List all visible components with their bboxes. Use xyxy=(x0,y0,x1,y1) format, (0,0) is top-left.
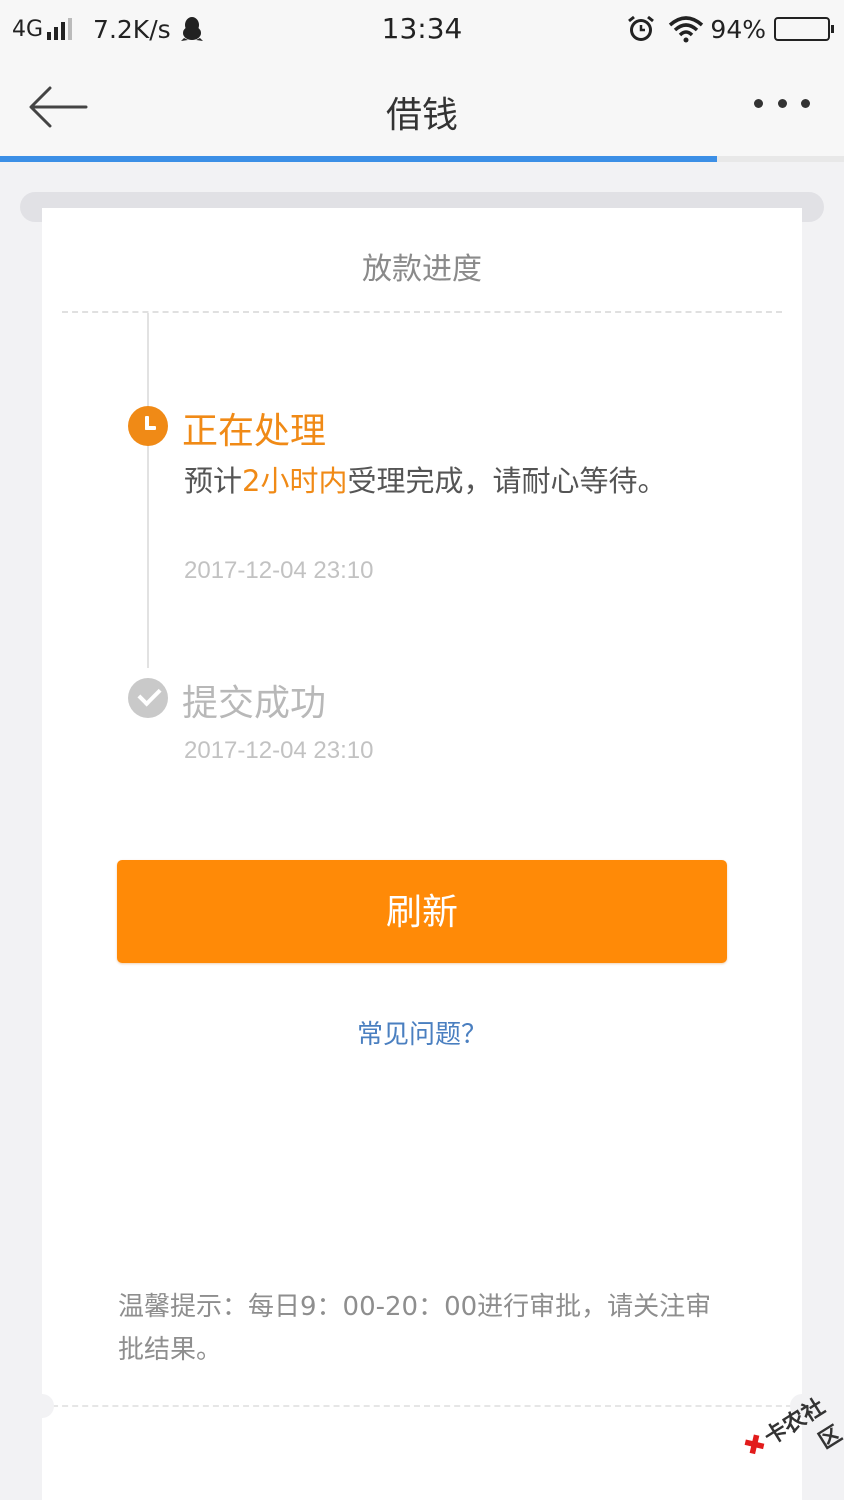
refresh-button[interactable]: 刷新 xyxy=(117,860,727,963)
status-bar: 4G 7.2K/s 13:34 94% xyxy=(0,0,844,58)
desc-highlight: 2小时内 xyxy=(242,464,348,498)
nav-bar: 借钱 xyxy=(0,58,844,156)
page-load-progress xyxy=(0,156,844,162)
step-processing-title: 正在处理 xyxy=(182,411,327,452)
step-submitted-title: 提交成功 xyxy=(182,683,327,724)
divider-bottom xyxy=(42,1405,802,1407)
loan-progress-card: 放款进度 正在处理 预计2小时内受理完成，请耐心等待。 2017-12-04 2… xyxy=(30,208,814,1500)
step-processing-time: 2017-12-04 23:10 xyxy=(184,557,374,584)
desc-prefix: 预计 xyxy=(184,464,243,498)
faq-link[interactable]: 常见问题？ xyxy=(42,1014,802,1051)
more-icon[interactable] xyxy=(754,96,810,110)
step-submitted-time: 2017-12-04 23:10 xyxy=(184,737,374,764)
divider xyxy=(62,311,782,313)
page-load-progress-fill xyxy=(0,156,718,162)
clock-icon xyxy=(128,406,168,446)
timeline-line xyxy=(147,313,149,668)
tip-text: 温馨提示：每日9：00-20：00进行审批，请关注审批结果。 xyxy=(118,1292,712,1365)
step-processing-desc: 预计2小时内受理完成，请耐心等待。 xyxy=(184,460,684,503)
alarm-icon xyxy=(628,15,655,41)
battery-icon xyxy=(774,17,834,41)
battery-percent: 94% xyxy=(710,14,766,44)
card-notch-left xyxy=(30,1394,54,1418)
desc-suffix: 受理完成，请耐心等待。 xyxy=(347,464,667,498)
check-icon xyxy=(128,678,168,718)
wifi-icon xyxy=(669,16,704,43)
status-right: 94% xyxy=(626,12,834,46)
page-title: 借钱 xyxy=(385,95,458,136)
card-title: 放款进度 xyxy=(362,252,482,287)
